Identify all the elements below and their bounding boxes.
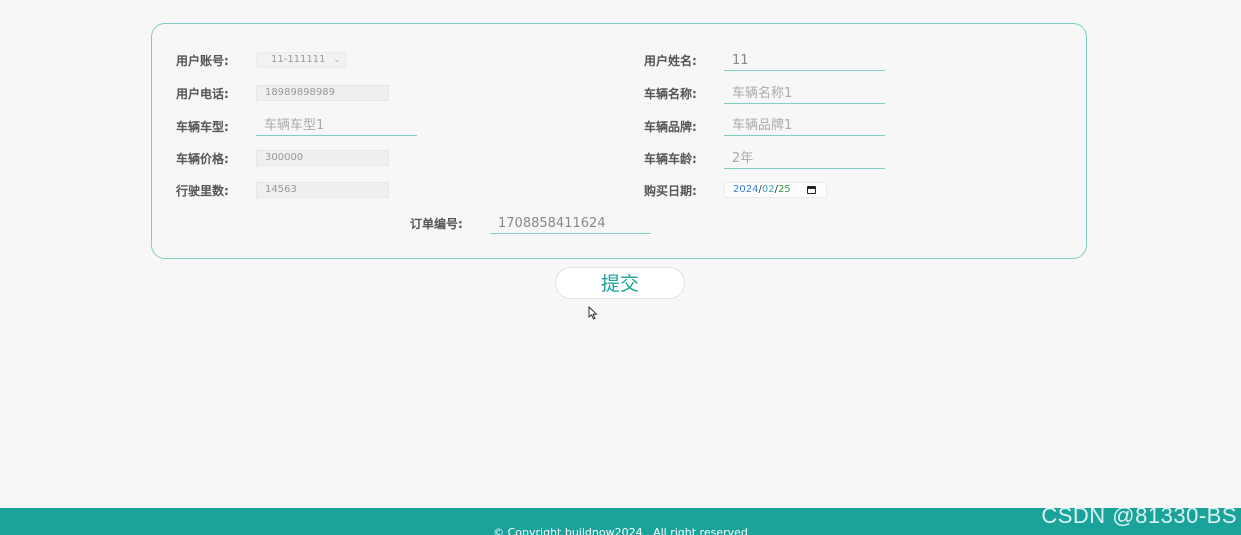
user-name-label: 用户姓名: [644, 54, 697, 68]
vehicle-age-input[interactable]: 2年 [724, 149, 885, 169]
vehicle-price-label: 车辆价格: [176, 152, 229, 166]
order-form-card: 用户账号: 11-111111 ⌄ 用户姓名: 11 用户电话: 1898989… [151, 23, 1087, 259]
purchase-date-label: 购买日期: [644, 184, 697, 198]
user-phone-label: 用户电话: [176, 87, 229, 101]
mileage-label: 行驶里数: [176, 184, 229, 198]
date-month: 02 [761, 184, 775, 195]
chevron-down-icon: ⌄ [333, 55, 341, 64]
vehicle-name-label: 车辆名称: [644, 87, 697, 101]
calendar-icon[interactable] [806, 186, 816, 194]
user-account-label: 用户账号: [176, 54, 229, 68]
user-account-select[interactable]: 11-111111 ⌄ [256, 52, 346, 68]
user-account-value: 11-111111 [271, 54, 326, 65]
vehicle-brand-label: 车辆品牌: [644, 120, 697, 134]
vehicle-brand-input[interactable]: 车辆品牌1 [724, 116, 885, 136]
watermark: CSDN @81330-BS [1041, 503, 1237, 528]
vehicle-price-input[interactable]: 300000 [256, 150, 389, 166]
purchase-date-input[interactable]: 2024/02/25 [724, 182, 827, 198]
page: 用户账号: 11-111111 ⌄ 用户姓名: 11 用户电话: 1898989… [0, 0, 1241, 535]
user-phone-input[interactable]: 18989898989 [256, 85, 389, 101]
vehicle-model-input[interactable]: 车辆车型1 [256, 116, 417, 136]
mouse-cursor-icon [588, 306, 598, 320]
date-day: 25 [777, 184, 791, 195]
submit-button[interactable]: 提交 [555, 267, 685, 299]
order-number-input[interactable]: 1708858411624 [490, 214, 651, 234]
user-name-input[interactable]: 11 [724, 51, 885, 71]
vehicle-age-label: 车辆车龄: [644, 152, 697, 166]
date-year: 2024 [733, 184, 759, 195]
order-number-label: 订单编号: [410, 217, 463, 231]
vehicle-name-input[interactable]: 车辆名称1 [724, 84, 885, 104]
vehicle-model-label: 车辆车型: [176, 120, 229, 134]
mileage-input[interactable]: 14563 [256, 182, 389, 198]
